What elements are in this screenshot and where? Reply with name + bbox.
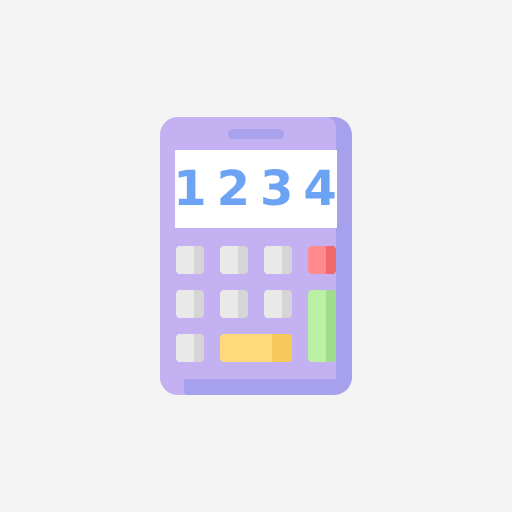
- key-row1-col1: [176, 246, 204, 274]
- key-row3-col1: [176, 334, 204, 362]
- key-red: [308, 246, 336, 274]
- key-yellow-wide: [220, 334, 292, 362]
- speaker-slot: [228, 129, 284, 139]
- key-row2-col2: [220, 290, 248, 318]
- canvas: 1234: [0, 0, 512, 512]
- calculator-display: 1234: [173, 150, 337, 228]
- key-row1-col2: [220, 246, 248, 274]
- key-row2-col1: [176, 290, 204, 318]
- key-row2-col3: [264, 290, 292, 318]
- calculator-bottom-edge: [184, 379, 336, 395]
- key-green-tall: [308, 290, 336, 362]
- calculator-icon: 1234: [160, 117, 352, 395]
- display-value: 1234: [173, 161, 347, 217]
- key-row1-col3: [264, 246, 292, 274]
